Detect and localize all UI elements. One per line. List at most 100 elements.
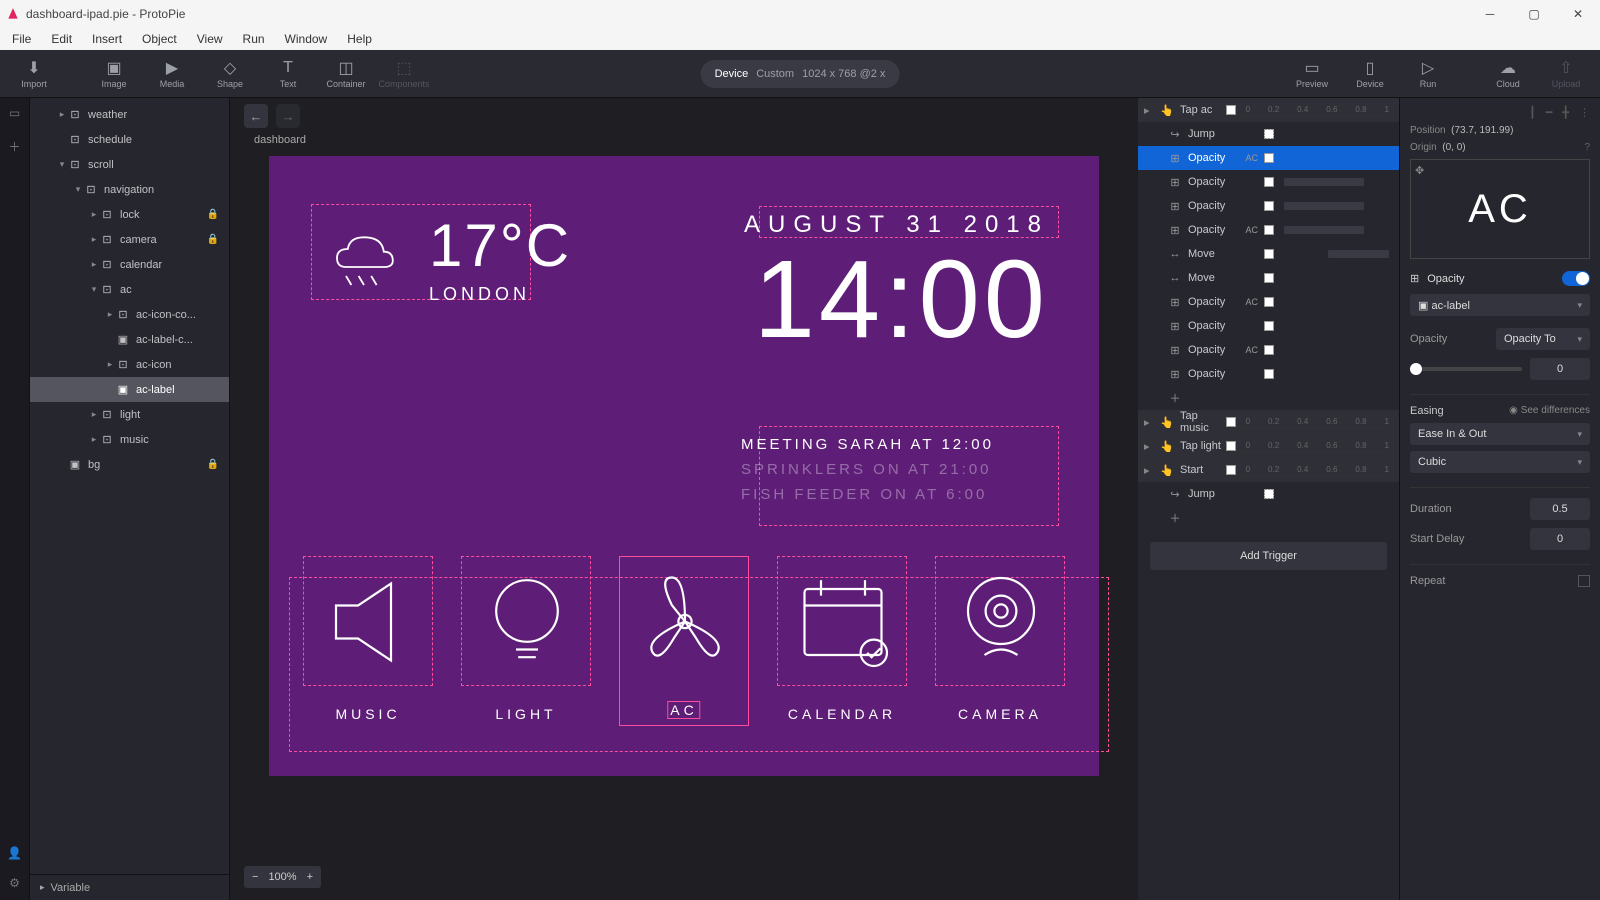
menu-window[interactable]: Window xyxy=(277,30,336,48)
inspector-panel: ┃ ━ ╋ ⋮ Position (73.7, 191.99) Origin (… xyxy=(1400,98,1600,900)
duration-field[interactable]: 0.5 xyxy=(1530,498,1590,520)
menu-help[interactable]: Help xyxy=(339,30,380,48)
device-selector[interactable]: Device Custom 1024 x 768 @2 x xyxy=(701,60,900,88)
weather-widget: 17°C LONDON xyxy=(319,211,571,305)
trigger-response[interactable]: ⊞Opacity xyxy=(1138,194,1399,218)
variable-footer[interactable]: ▸Variable xyxy=(30,874,229,900)
speaker-icon xyxy=(314,567,424,677)
tool-cloud[interactable]: ☁Cloud xyxy=(1484,53,1532,95)
menu-run[interactable]: Run xyxy=(235,30,273,48)
menu-object[interactable]: Object xyxy=(134,30,185,48)
webcam-icon xyxy=(946,567,1056,677)
menu-insert[interactable]: Insert xyxy=(84,30,130,48)
canvas-back-button[interactable]: ← xyxy=(244,104,268,128)
zoom-in-icon[interactable]: + xyxy=(307,871,313,883)
triggers-panel: ▸👆Tap ac00.20.40.60.81↪Jump⊞OpacityAC⊞Op… xyxy=(1138,98,1400,900)
layer-light[interactable]: ▸⊡light xyxy=(30,402,229,427)
see-differences-link[interactable]: ◉ See differences xyxy=(1509,405,1590,416)
canvas-forward-button[interactable]: → xyxy=(276,104,300,128)
nav-light[interactable]: LIGHT xyxy=(461,556,591,746)
nav-music[interactable]: MUSIC xyxy=(303,556,433,746)
tool-image[interactable]: ▣Image xyxy=(90,53,138,95)
opacity-slider[interactable] xyxy=(1410,367,1522,371)
trigger-response[interactable]: ⊞Opacity xyxy=(1138,170,1399,194)
layer-lock[interactable]: ▸⊡lock🔒 xyxy=(30,202,229,227)
delay-field[interactable]: 0 xyxy=(1530,528,1590,550)
trigger-response[interactable]: ⊞OpacityAC xyxy=(1138,146,1399,170)
trigger-response[interactable]: ↪Jump xyxy=(1138,482,1399,506)
tool-import[interactable]: ⬇Import xyxy=(10,53,58,95)
trigger-response[interactable]: ＋ xyxy=(1138,506,1399,530)
window-minimize-button[interactable]: ─ xyxy=(1468,0,1512,28)
easing-curve-dropdown[interactable]: Ease In & Out xyxy=(1410,423,1590,445)
layer-ac-label-c...[interactable]: ▣ac-label-c... xyxy=(30,327,229,352)
tool-preview[interactable]: ▭Preview xyxy=(1288,53,1336,95)
trigger-response[interactable]: ↪Jump xyxy=(1138,122,1399,146)
tool-text[interactable]: TText xyxy=(264,53,312,95)
trigger-group[interactable]: ▸👆Tap ac00.20.40.60.81 xyxy=(1138,98,1399,122)
tool-run[interactable]: ▷Run xyxy=(1404,53,1452,95)
menu-view[interactable]: View xyxy=(189,30,231,48)
repeat-checkbox[interactable] xyxy=(1578,575,1590,587)
target-layer-dropdown[interactable]: ▣ ac-label xyxy=(1410,294,1590,316)
trigger-response[interactable]: ⊞Opacity xyxy=(1138,362,1399,386)
add-scene-icon[interactable]: ＋ xyxy=(8,138,20,155)
zoom-control[interactable]: − 100% + xyxy=(244,866,321,888)
menu-edit[interactable]: Edit xyxy=(43,30,80,48)
scene-thumb[interactable]: ▭ xyxy=(9,106,20,120)
nav-calendar[interactable]: CALENDAR xyxy=(777,556,907,746)
trigger-group[interactable]: ▸👆Tap light00.20.40.60.81 xyxy=(1138,434,1399,458)
trigger-response[interactable]: ↔Move xyxy=(1138,242,1399,266)
artboard[interactable]: 17°C LONDON AUGUST 31 2018 14:00 MEETING… xyxy=(269,156,1099,776)
align-icon[interactable]: ╋ xyxy=(1562,106,1569,119)
align-icon[interactable]: ━ xyxy=(1546,106,1553,119)
tool-shape[interactable]: ◇Shape xyxy=(206,53,254,95)
layer-scroll[interactable]: ▾⊡scroll xyxy=(30,152,229,177)
trigger-group[interactable]: ▸👆Tap music00.20.40.60.81 xyxy=(1138,410,1399,434)
fan-icon xyxy=(630,561,740,671)
opacity-mode-dropdown[interactable]: Opacity To xyxy=(1496,328,1590,350)
align-icon[interactable]: ┃ xyxy=(1529,106,1536,119)
easing-type-dropdown[interactable]: Cubic xyxy=(1410,451,1590,473)
tool-container[interactable]: ◫Container xyxy=(322,53,370,95)
move-handle-icon[interactable]: ✥ xyxy=(1415,164,1424,177)
trigger-response[interactable]: ⊞OpacityAC xyxy=(1138,338,1399,362)
settings-icon[interactable]: ⚙ xyxy=(9,876,20,890)
tool-media[interactable]: ▶Media xyxy=(148,53,196,95)
user-icon[interactable]: 👤 xyxy=(7,846,22,860)
help-icon[interactable]: ? xyxy=(1584,142,1590,153)
window-maximize-button[interactable]: ▢ xyxy=(1512,0,1556,28)
opacity-value-field[interactable]: 0 xyxy=(1530,358,1590,380)
menu-file[interactable]: File xyxy=(4,30,39,48)
layer-ac-icon[interactable]: ▸⊡ac-icon xyxy=(30,352,229,377)
layer-camera[interactable]: ▸⊡camera🔒 xyxy=(30,227,229,252)
trigger-response[interactable]: ⊞OpacityAC xyxy=(1138,290,1399,314)
opacity-toggle[interactable] xyxy=(1562,271,1590,286)
layer-music[interactable]: ▸⊡music xyxy=(30,427,229,452)
tool-device[interactable]: ▯Device xyxy=(1346,53,1394,95)
tool-upload[interactable]: ⇧Upload xyxy=(1542,53,1590,95)
trigger-group[interactable]: ▸👆Start00.20.40.60.81 xyxy=(1138,458,1399,482)
trigger-response[interactable]: ＋ xyxy=(1138,386,1399,410)
temperature: 17°C xyxy=(429,211,571,280)
layer-navigation[interactable]: ▾⊡navigation xyxy=(30,177,229,202)
align-icon[interactable]: ⋮ xyxy=(1579,106,1590,119)
tool-components[interactable]: ⬚Components xyxy=(380,53,428,95)
trigger-response[interactable]: ⊞Opacity xyxy=(1138,314,1399,338)
nav-camera[interactable]: CAMERA xyxy=(935,556,1065,746)
layer-schedule[interactable]: ⊡schedule xyxy=(30,127,229,152)
add-trigger-button[interactable]: Add Trigger xyxy=(1150,542,1387,570)
event-list: MEETING SARAH AT 12:00 SPRINKLERS ON AT … xyxy=(741,436,994,511)
layer-ac-label[interactable]: ▣ac-label xyxy=(30,377,229,402)
layer-weather[interactable]: ▸⊡weather xyxy=(30,102,229,127)
time-label: 14:00 xyxy=(744,245,1049,355)
zoom-out-icon[interactable]: − xyxy=(252,871,258,883)
layer-calendar[interactable]: ▸⊡calendar xyxy=(30,252,229,277)
nav-ac[interactable]: AC xyxy=(619,556,749,746)
layer-bg[interactable]: ▣bg🔒 xyxy=(30,452,229,477)
layer-ac-icon-co...[interactable]: ▸⊡ac-icon-co... xyxy=(30,302,229,327)
trigger-response[interactable]: ↔Move xyxy=(1138,266,1399,290)
layer-ac[interactable]: ▾⊡ac xyxy=(30,277,229,302)
window-close-button[interactable]: ✕ xyxy=(1556,0,1600,28)
trigger-response[interactable]: ⊞OpacityAC xyxy=(1138,218,1399,242)
